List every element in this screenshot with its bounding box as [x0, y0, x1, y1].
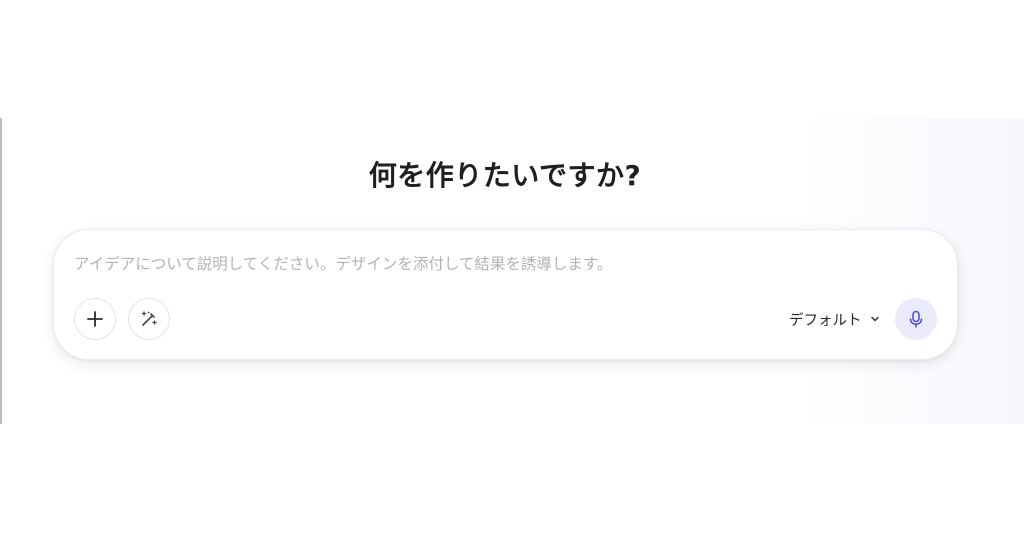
chevron-down-icon: [870, 314, 880, 324]
microphone-icon: [906, 309, 926, 329]
add-attachment-button[interactable]: [74, 298, 116, 340]
voice-input-button[interactable]: [895, 298, 937, 340]
model-selector[interactable]: デフォルト: [789, 304, 880, 334]
plus-icon: [86, 310, 104, 328]
prompt-composer: デフォルト: [53, 229, 958, 360]
main-panel: 何を作りたいですか? デフォルト: [0, 118, 1024, 424]
magic-wand-icon: [139, 309, 159, 329]
page-title: 何を作りたいですか?: [368, 159, 642, 192]
enhance-prompt-button[interactable]: [128, 298, 170, 340]
model-selector-label: デフォルト: [789, 312, 862, 329]
prompt-input[interactable]: [74, 250, 834, 278]
